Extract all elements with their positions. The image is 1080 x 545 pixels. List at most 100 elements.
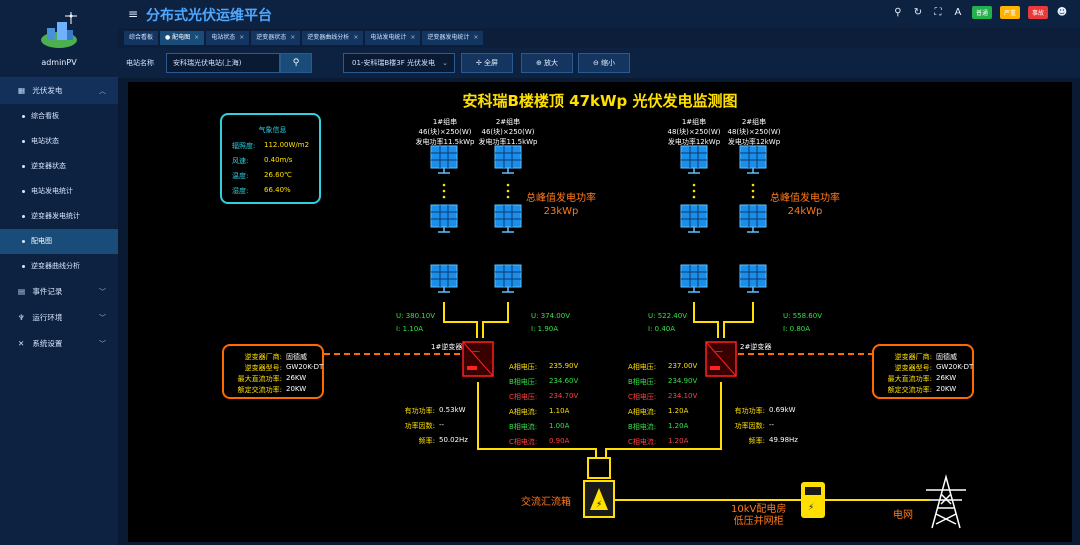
string-reading: U: 374.00V I: 1.90A [531,310,570,336]
sidebar-subitem[interactable]: 逆变器状态 [0,154,118,179]
grid-icon: ▦ [18,86,26,95]
chevron-up-icon: ︿ [99,87,106,95]
power-value: 0.53kW [439,406,466,414]
filter-bar: 电站名称 安科瑞光伏电站(上海) ⚲ 01-安科瑞B楼3F 光伏发电 ⌄ ✢ 全… [118,48,1080,78]
sidebar-subitem[interactable]: 逆变器曲线分析 [0,254,118,279]
inverter-info-label: 最大直流功率: [887,375,932,383]
inverter-info-label: 逆变器型号: [244,364,282,372]
weather-title: 气象信息 [258,126,287,134]
close-icon[interactable]: × [239,34,244,41]
tab-label: 逆变器曲线分析 [307,34,350,41]
close-icon[interactable]: × [410,34,415,41]
weather-value: 0.40m/s [264,156,293,164]
phase-label: C相电流: [509,438,538,446]
peak-power-value: 23kWp [543,206,579,217]
phase-value: 1.00A [549,422,570,430]
string-header: 1#组串 48(块)×250(W) 发电功率12kWp [664,117,724,147]
pv-panel-icon [739,204,767,233]
zoom-in-icon: ⊕ [535,59,542,67]
string-header: 2#组串 48(块)×250(W) 发电功率12kWp [724,117,784,147]
close-icon[interactable]: × [290,34,295,41]
tab-label: 逆变器状态 [256,34,287,41]
string-name: 1#组串 [432,118,458,126]
tab-label: 逆变器发电统计 [427,34,470,41]
zoom-out-button[interactable]: ⊖ 缩小 [578,53,630,73]
close-icon[interactable]: × [473,34,478,41]
phase-value: 1.10A [549,407,570,415]
user-icon[interactable]: ☻ [1056,7,1068,18]
sidebar-subitem[interactable]: 电站状态 [0,129,118,154]
pv-panel-icon [680,204,708,233]
refresh-icon[interactable]: ↻ [912,7,924,18]
phase-label: A相电压: [509,363,538,371]
sidebar: adminPV ▦ 光伏发电 ︿ 综合看板电站状态 逆变器状态电站发电统计逆变器发… [0,0,118,545]
string-name: 2#组串 [495,118,521,126]
string-header: 1#组串 46(块)×250(W) 发电功率11.5kWp [415,117,475,147]
username: adminPV [41,58,77,67]
string-reading: U: 558.60V I: 0.80A [783,310,822,336]
pv-panel-icon [739,264,767,293]
phase-label: A相电流: [628,408,657,416]
phase-label: B相电流: [509,423,538,431]
fullscreen-icon[interactable]: ⛶ [932,7,944,18]
pv-panel-icon [739,145,767,174]
close-icon[interactable]: × [194,34,199,41]
string-reading: U: 380.10V I: 1.10A [396,310,435,336]
tab-item[interactable]: ● 配电图 × [160,31,205,45]
sidebar-group-settings[interactable]: ✕ 系统设置 ﹀ [0,331,118,357]
device-select[interactable]: 01-安科瑞B楼3F 光伏发电 ⌄ [343,53,455,73]
string-current: I: 0.80A [783,325,811,333]
sidebar-subitem-label: 逆变器曲线分析 [31,262,80,270]
phase-value: 1.20A [668,407,689,415]
close-icon[interactable]: × [353,34,358,41]
sidebar-group-events[interactable]: ▤ 事件记录 ﹀ [0,279,118,305]
station-input[interactable]: 安科瑞光伏电站(上海) [166,53,280,73]
tab-item[interactable]: 综合看板 [124,31,159,45]
sidebar-subitem[interactable]: 配电图 [0,229,118,254]
string-spec: 48(块)×250(W) [667,128,721,136]
peak-power-label: 总峰值发电功率 [770,193,840,204]
peak-power-label: 总峰值发电功率 [526,193,596,204]
tool-icon: ♆ [18,313,25,322]
weather-label: 湿度: [232,187,249,195]
tab-item[interactable]: 逆变器曲线分析 × [302,31,364,45]
search-icon[interactable]: ⚲ [892,7,904,18]
logo-area: adminPV [0,0,118,78]
zoom-out-icon: ⊖ [592,59,599,67]
sidebar-subitem[interactable]: 逆变器发电统计 [0,204,118,229]
menu-icon[interactable]: ≡ [128,7,138,21]
fullscreen-button[interactable]: ✢ 全屏 [461,53,513,73]
pv-panel-icon [430,145,458,174]
chevron-down-icon: ﹀ [99,340,106,348]
sidebar-group-pv[interactable]: ▦ 光伏发电 ︿ [0,78,118,104]
switchgear-label: 10kV配电房 低压并网柜 [731,504,786,528]
sidebar-group-environment[interactable]: ♆ 运行环境 ﹀ [0,305,118,331]
tab-item[interactable]: 电站状态 × [206,31,250,45]
zoom-in-button[interactable]: ⊕ 放大 [521,53,573,73]
tab-item[interactable]: 逆变器发电统计 × [422,31,484,45]
tab-item[interactable]: 电站发电统计 × [365,31,421,45]
phase-value: 237.00V [668,362,698,370]
string-spec: 46(块)×250(W) [418,128,472,136]
alarm-badge-normal[interactable]: 普通 [971,6,992,19]
device-select-value: 01-安科瑞B楼3F 光伏发电 [352,59,435,67]
search-button[interactable]: ⚲ [280,53,312,73]
power-label: 频率: [418,437,435,445]
string-power: 发电功率11.5kWp [415,138,475,146]
phase-value: 1.20A [668,437,689,445]
sidebar-subitem-label: 综合看板 [31,112,59,120]
switchgear-icon: ⚡ [801,482,825,518]
svg-text:⚡: ⚡ [596,500,602,510]
sidebar-subitem[interactable]: 电站发电统计 [0,179,118,204]
font-size-icon[interactable]: A [952,7,964,18]
alarm-badge-accident[interactable]: 事故 [1027,6,1048,19]
power-label: 有功功率: [734,407,765,415]
sidebar-subitem-label: 电站发电统计 [31,187,73,195]
bullet-icon [22,189,25,193]
sidebar-subitem[interactable]: 综合看板 [0,104,118,129]
tab-item[interactable]: 逆变器状态 × [251,31,301,45]
tab-label: 综合看板 [129,34,154,41]
inverter-info-label: 逆变器厂商: [894,353,932,361]
single-line-diagram: ⁓ ⁓ ⚡ ⚡ 安科瑞B楼楼顶 47kWp 光伏发电监测图 气象信息 辐照度: … [128,82,1072,542]
alarm-badge-serious[interactable]: 严重 [999,6,1020,19]
